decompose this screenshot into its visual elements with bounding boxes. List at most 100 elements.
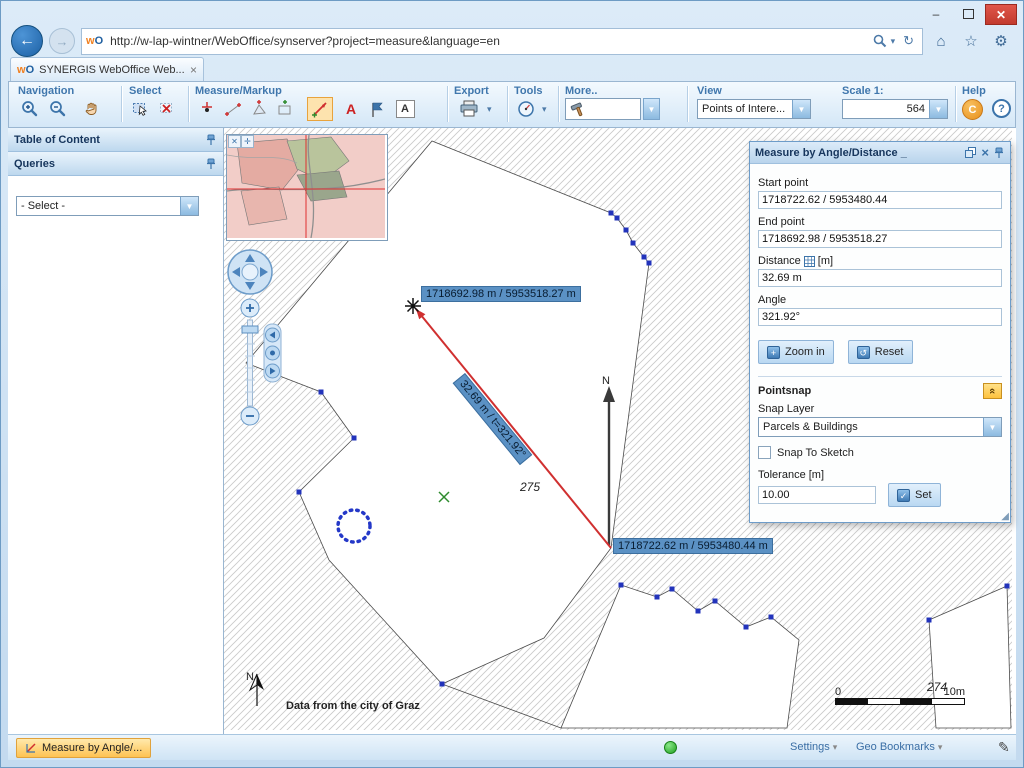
overview-close-icon[interactable]: ✕ bbox=[228, 135, 241, 148]
scale-select-arrow-icon[interactable]: ▼ bbox=[929, 100, 947, 118]
reset-button[interactable]: ↺ Reset bbox=[848, 340, 913, 364]
browser-window: – ✕ ← → wO ▾ ↻ ⌂ ☆ ⚙ wO SYNERGIS WebOffi… bbox=[0, 0, 1024, 768]
pointsnap-collapse-button[interactable]: « bbox=[983, 383, 1002, 399]
snap-layer-value: Parcels & Buildings bbox=[759, 421, 983, 433]
query-select-arrow-icon[interactable]: ▼ bbox=[180, 197, 198, 215]
end-point-input[interactable] bbox=[758, 230, 1002, 248]
panel-divider bbox=[758, 376, 1002, 377]
zoom-slider-handle[interactable] bbox=[242, 326, 258, 333]
measure-area-button[interactable] bbox=[247, 97, 271, 121]
flag-markup-button[interactable] bbox=[365, 97, 389, 121]
measure-panel-header[interactable]: Measure by Angle/Distance _ × bbox=[750, 142, 1010, 164]
select-features-button[interactable] bbox=[129, 97, 153, 121]
set-button[interactable]: ✓ Set bbox=[888, 483, 941, 507]
group-label-scale: Scale 1: bbox=[842, 85, 884, 97]
zoom-out-button[interactable] bbox=[46, 97, 70, 121]
toolbar-separator bbox=[507, 86, 509, 122]
edit-pencil-icon[interactable]: ✎ bbox=[998, 739, 1010, 756]
panel-pin-icon[interactable] bbox=[993, 147, 1005, 159]
measure-perimeter-button[interactable] bbox=[273, 97, 297, 121]
search-caret-icon[interactable]: ▾ bbox=[887, 36, 900, 47]
refresh-icon[interactable]: ↻ bbox=[899, 33, 918, 49]
home-icon[interactable]: ⌂ bbox=[929, 33, 953, 50]
measure-distance-icon bbox=[223, 99, 243, 119]
view-select-arrow-icon[interactable]: ▼ bbox=[792, 100, 810, 118]
url-input[interactable] bbox=[108, 33, 872, 49]
snap-sketch-checkbox[interactable] bbox=[758, 446, 771, 459]
start-point-input[interactable] bbox=[758, 191, 1002, 209]
reset-button-icon: ↺ bbox=[857, 346, 870, 359]
query-select-value: - Select - bbox=[17, 200, 180, 212]
favorites-star-icon[interactable]: ☆ bbox=[959, 32, 983, 50]
clear-selection-button[interactable] bbox=[156, 97, 180, 121]
parcel-label-275: 275 bbox=[520, 480, 540, 494]
view-select[interactable]: Points of Intere... ▼ bbox=[697, 99, 811, 119]
panel-dock-icon[interactable] bbox=[965, 147, 977, 159]
pan-button[interactable] bbox=[79, 97, 103, 121]
settings-menu-label: Settings bbox=[790, 741, 830, 753]
measure-distance-button[interactable] bbox=[221, 97, 245, 121]
tools-caret-icon[interactable]: ▾ bbox=[542, 104, 547, 115]
overview-map-image bbox=[227, 135, 385, 238]
label-markup-button[interactable]: A bbox=[393, 97, 417, 121]
queries-pin-icon[interactable] bbox=[205, 158, 217, 170]
distance-grid-icon[interactable] bbox=[804, 256, 815, 267]
export-caret-icon[interactable]: ▾ bbox=[487, 104, 492, 115]
zoom-in-button[interactable] bbox=[18, 97, 42, 121]
scale-select[interactable]: 564 ▼ bbox=[842, 99, 948, 119]
help-contact-button[interactable]: C bbox=[962, 99, 983, 120]
window-maximize-button[interactable] bbox=[953, 4, 983, 23]
status-bar: Measure by Angle/... Settings ▾ Geo Book… bbox=[8, 734, 1016, 760]
help-question-button[interactable]: ? bbox=[992, 99, 1011, 118]
panel-resize-grip[interactable]: ◢ bbox=[1001, 511, 1009, 522]
snap-layer-arrow-icon[interactable]: ▼ bbox=[983, 418, 1001, 436]
window-close-button[interactable]: ✕ bbox=[985, 4, 1017, 25]
forward-button[interactable]: → bbox=[49, 28, 75, 54]
settings-gear-icon[interactable]: ⚙ bbox=[989, 32, 1013, 50]
settings-menu[interactable]: Settings ▾ bbox=[790, 741, 837, 753]
overview-move-icon[interactable]: ✛ bbox=[241, 135, 254, 148]
group-label-tools: Tools bbox=[514, 85, 543, 97]
zoom-in-button-panel[interactable]: + Zoom in bbox=[758, 340, 834, 364]
snap-layer-select[interactable]: Parcels & Buildings ▼ bbox=[758, 417, 1002, 437]
queries-header[interactable]: Queries bbox=[8, 152, 223, 176]
measure-area-icon bbox=[249, 99, 269, 119]
bookmarks-caret-icon: ▾ bbox=[938, 742, 943, 753]
print-button[interactable] bbox=[454, 97, 484, 121]
search-icon[interactable] bbox=[873, 34, 887, 48]
measure-task-label: Measure by Angle/... bbox=[42, 742, 142, 754]
north-label: N bbox=[602, 375, 610, 387]
geo-bookmarks-menu[interactable]: Geo Bookmarks ▾ bbox=[856, 741, 942, 753]
window-minimize-button[interactable]: – bbox=[921, 4, 951, 23]
group-label-more: More.. bbox=[565, 85, 597, 97]
more-tools-box[interactable] bbox=[565, 98, 641, 120]
hand-icon bbox=[83, 101, 100, 118]
toc-header[interactable]: Table of Content bbox=[8, 128, 223, 152]
tolerance-input[interactable] bbox=[758, 486, 876, 504]
measure-panel-title: Measure by Angle/Distance _ bbox=[755, 147, 961, 159]
tab-close-button[interactable]: × bbox=[190, 63, 197, 77]
angle-input[interactable] bbox=[758, 308, 1002, 326]
measure-perimeter-icon bbox=[275, 99, 295, 119]
browser-tab[interactable]: wO SYNERGIS WebOffice Web... × bbox=[10, 57, 204, 81]
query-select[interactable]: - Select - ▼ bbox=[16, 196, 199, 216]
measure-angle-distance-button[interactable] bbox=[307, 97, 333, 121]
measure-task-button[interactable]: Measure by Angle/... bbox=[16, 738, 151, 758]
settings-caret-icon: ▾ bbox=[833, 742, 838, 753]
panel-close-icon[interactable]: × bbox=[981, 147, 989, 159]
clear-selection-icon bbox=[159, 101, 177, 118]
overview-map[interactable]: ✕ ✛ bbox=[226, 134, 388, 241]
text-markup-button[interactable]: A bbox=[339, 97, 363, 121]
distance-input[interactable] bbox=[758, 269, 1002, 287]
app-toolbar: Navigation Select Measure/Markup bbox=[8, 81, 1016, 128]
toolbar-separator bbox=[955, 86, 957, 122]
tools-button[interactable] bbox=[514, 97, 538, 121]
back-button[interactable]: ← bbox=[11, 25, 43, 57]
toc-pin-icon[interactable] bbox=[205, 134, 217, 146]
measure-coordinate-button[interactable] bbox=[195, 97, 219, 121]
status-indicator-orb bbox=[664, 741, 677, 754]
more-caret-button[interactable]: ▼ bbox=[643, 98, 660, 120]
view-select-value: Points of Intere... bbox=[698, 103, 792, 115]
angle-label: Angle bbox=[758, 294, 1002, 306]
favicon-w: w bbox=[86, 35, 95, 47]
